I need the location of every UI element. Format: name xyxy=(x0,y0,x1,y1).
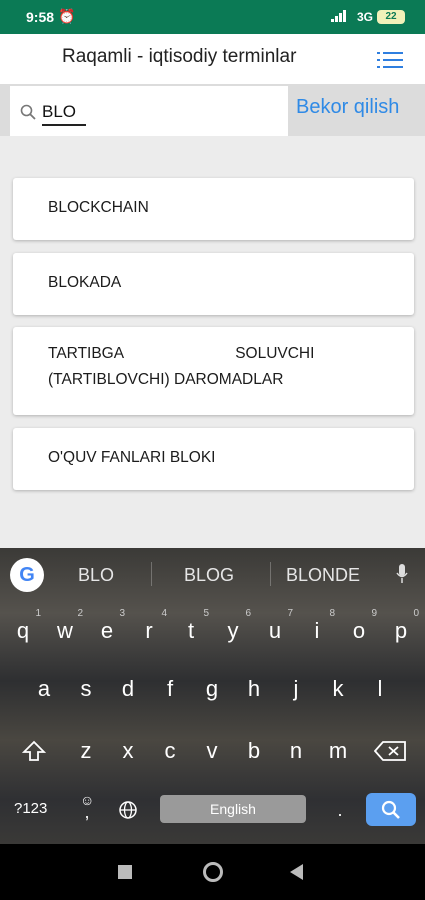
battery-icon: 22 xyxy=(377,10,405,24)
suggestion-3[interactable]: BLONDE xyxy=(286,565,360,586)
google-icon[interactable]: G xyxy=(10,558,44,592)
key-k[interactable]: k xyxy=(318,676,358,702)
list-item-label: O'QUV FANLARI BLOKI xyxy=(48,449,216,466)
suggestion-divider xyxy=(270,562,271,586)
key-s[interactable]: s xyxy=(66,676,106,702)
key-n[interactable]: n xyxy=(276,738,316,764)
list-item-label: BLOKADA xyxy=(48,274,122,291)
key-w[interactable]: w2 xyxy=(45,608,85,644)
symbols-key[interactable]: ?123 xyxy=(14,800,54,817)
status-time: 9:58 xyxy=(26,9,55,25)
comma-key[interactable]: , xyxy=(67,802,107,823)
suggestion-2[interactable]: BLOG xyxy=(184,565,234,586)
page-title: Raqamli - iqtisodiy terminlar xyxy=(62,46,297,67)
back-icon[interactable] xyxy=(290,864,304,880)
key-o[interactable]: o9 xyxy=(339,608,379,644)
alarm-icon: ⏰ xyxy=(58,8,76,24)
list-item[interactable]: O'QUV FANLARI BLOKI xyxy=(13,428,414,490)
list-item[interactable]: BLOKADA xyxy=(13,253,414,315)
key-z[interactable]: z xyxy=(66,738,106,764)
key-u[interactable]: u7 xyxy=(255,608,295,644)
key-l[interactable]: l xyxy=(360,676,400,702)
key-y[interactable]: y6 xyxy=(213,608,253,644)
key-i[interactable]: i8 xyxy=(297,608,337,644)
key-hint: 1 xyxy=(35,608,41,619)
key-hint: 0 xyxy=(413,608,419,619)
key-e[interactable]: e3 xyxy=(87,608,127,644)
microphone-icon[interactable] xyxy=(396,564,408,584)
key-p[interactable]: p0 xyxy=(381,608,421,644)
key-d[interactable]: d xyxy=(108,676,148,702)
key-a[interactable]: a xyxy=(24,676,64,702)
suggestion-1[interactable]: BLO xyxy=(78,565,114,586)
nav-bar xyxy=(0,844,425,900)
period-key[interactable]: . xyxy=(320,800,360,821)
cancel-button[interactable]: Bekor qilish xyxy=(296,96,399,119)
key-x[interactable]: x xyxy=(108,738,148,764)
key-c[interactable]: c xyxy=(150,738,190,764)
search-value: BLO xyxy=(42,102,77,121)
key-f[interactable]: f xyxy=(150,676,190,702)
suggestion-strip: G BLO BLOG BLONDE xyxy=(0,548,425,600)
status-bar: 9:58 ⏰ 3G 22 xyxy=(0,0,425,34)
key-hint: 7 xyxy=(287,608,293,619)
key-hint: 6 xyxy=(245,608,251,619)
key-hint: 8 xyxy=(329,608,335,619)
list-item[interactable]: TARTIBGA SOLUVCHI (TARTIBLOVCHI) DAROMAD… xyxy=(13,327,414,415)
key-g[interactable]: g xyxy=(192,676,232,702)
app-header: Raqamli - iqtisodiy terminlar xyxy=(0,34,425,84)
key-hint: 9 xyxy=(371,608,377,619)
key-h[interactable]: h xyxy=(234,676,274,702)
key-hint: 5 xyxy=(203,608,209,619)
shift-icon[interactable] xyxy=(22,740,46,762)
search-key[interactable] xyxy=(366,793,416,826)
suggestion-divider xyxy=(151,562,152,586)
search-bar: BLO Bekor qilish xyxy=(0,84,425,136)
key-t[interactable]: t5 xyxy=(171,608,211,644)
backspace-icon[interactable] xyxy=(374,741,406,761)
recent-apps-icon[interactable] xyxy=(118,865,132,879)
key-j[interactable]: j xyxy=(276,676,316,702)
key-hint: 4 xyxy=(161,608,167,619)
search-input[interactable]: BLO xyxy=(10,86,288,136)
key-hint: 3 xyxy=(119,608,125,619)
search-icon xyxy=(20,104,36,120)
keyboard: G BLO BLOG BLONDE q1w2e3r4t5y6u7i8o9p0 a… xyxy=(0,548,425,844)
list-menu-icon[interactable] xyxy=(377,50,403,70)
key-q[interactable]: q1 xyxy=(3,608,43,644)
key-v[interactable]: v xyxy=(192,738,232,764)
network-type: 3G xyxy=(356,10,373,24)
key-m[interactable]: m xyxy=(318,738,358,764)
list-item[interactable]: BLOCKCHAIN xyxy=(13,178,414,240)
key-b[interactable]: b xyxy=(234,738,274,764)
list-item-label: TARTIBGA SOLUVCHI (TARTIBLOVCHI) DAROMAD… xyxy=(48,345,315,388)
key-r[interactable]: r4 xyxy=(129,608,169,644)
key-hint: 2 xyxy=(77,608,83,619)
globe-icon[interactable] xyxy=(118,800,138,820)
search-icon xyxy=(381,800,400,819)
home-icon[interactable] xyxy=(203,862,223,882)
signal-icon xyxy=(331,10,346,22)
search-underline xyxy=(42,124,86,126)
space-key[interactable]: English xyxy=(160,795,306,823)
list-item-label: BLOCKCHAIN xyxy=(48,199,149,216)
